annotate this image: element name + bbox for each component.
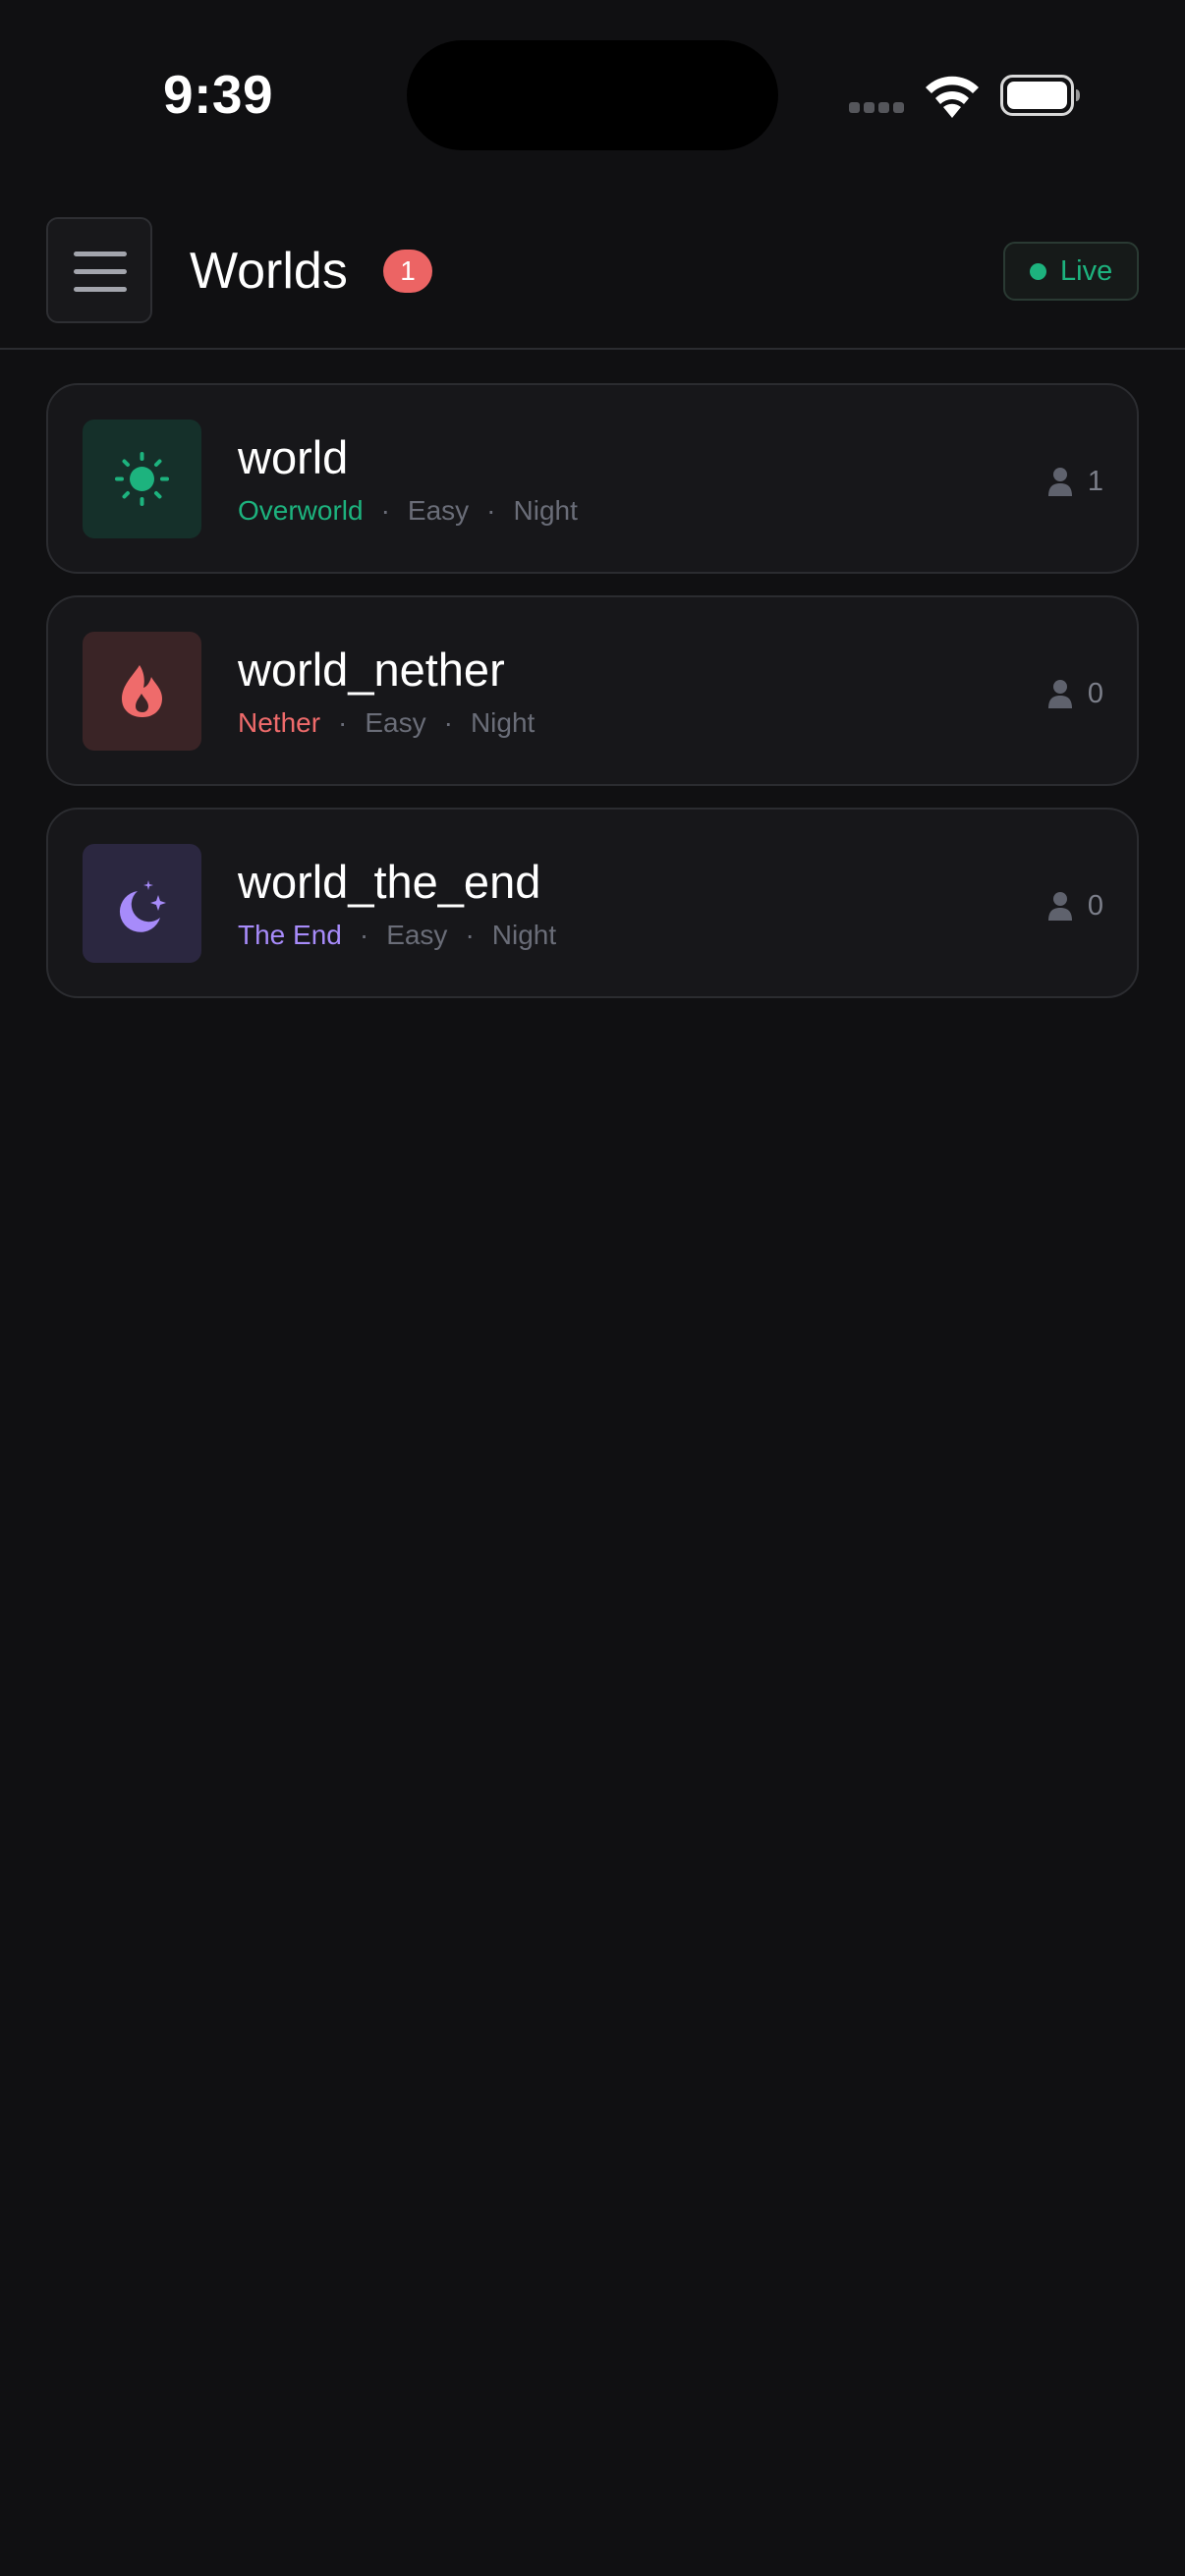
person-icon — [1047, 468, 1072, 496]
hamburger-icon-bottom — [74, 287, 127, 292]
cellular-signal-icon — [849, 102, 908, 114]
world-dimension: Nether — [238, 707, 321, 738]
person-icon — [1047, 892, 1072, 921]
world-time: Night — [513, 495, 578, 526]
status-bar: 9:39 — [0, 0, 1185, 187]
separator-dot: · — [338, 707, 348, 738]
player-count-value: 1 — [1087, 465, 1103, 497]
separator-dot: · — [465, 920, 475, 950]
world-meta: The End · Easy · Night — [238, 920, 556, 951]
page-title: Worlds — [190, 243, 348, 300]
hamburger-icon — [74, 252, 127, 256]
world-name: world_nether — [238, 644, 505, 696]
world-card-the-end[interactable]: world_the_end The End · Easy · Night 0 — [46, 808, 1139, 998]
person-icon — [1047, 680, 1072, 708]
world-card-nether[interactable]: world_nether Nether · Easy · Night 0 — [46, 595, 1139, 786]
live-label: Live — [1060, 255, 1113, 287]
world-icon-tile — [83, 844, 201, 963]
separator-dot: · — [443, 707, 453, 738]
dynamic-island — [407, 40, 778, 150]
separator-dot: · — [380, 495, 390, 526]
world-icon-tile — [83, 420, 201, 538]
player-count: 1 — [1046, 462, 1103, 501]
player-count: 0 — [1046, 674, 1103, 713]
separator-dot: · — [486, 495, 496, 526]
battery-icon — [1000, 75, 1080, 116]
player-count: 0 — [1046, 886, 1103, 925]
world-list: world Overworld · Easy · Night 1 world_nethe… — [46, 383, 1139, 1020]
world-meta: Overworld · Easy · Night — [238, 495, 578, 527]
hamburger-icon-middle — [74, 269, 127, 274]
world-time: Night — [491, 920, 557, 950]
flame-icon — [122, 665, 162, 717]
live-indicator-dot — [1030, 263, 1046, 280]
world-meta: Nether · Easy · Night — [238, 707, 535, 739]
moon-stars-icon — [119, 880, 166, 932]
player-count-value: 0 — [1087, 889, 1103, 922]
world-dimension: The End — [238, 920, 342, 950]
world-dimension: Overworld — [238, 495, 364, 526]
world-name: world — [238, 431, 349, 483]
app-header: Worlds 1 Live — [0, 187, 1185, 350]
player-count-value: 0 — [1087, 677, 1103, 709]
separator-dot: · — [359, 920, 369, 950]
world-difficulty: Easy — [407, 495, 470, 526]
wifi-icon — [926, 76, 979, 118]
world-name: world_the_end — [238, 856, 541, 908]
status-time: 9:39 — [163, 64, 274, 125]
world-time: Night — [470, 707, 536, 738]
menu-button[interactable] — [46, 217, 152, 323]
live-status-badge: Live — [1003, 242, 1139, 301]
notification-badge: 1 — [383, 250, 432, 293]
world-card-overworld[interactable]: world Overworld · Easy · Night 1 — [46, 383, 1139, 574]
world-difficulty: Easy — [386, 920, 448, 950]
world-icon-tile — [83, 632, 201, 751]
sun-icon — [115, 452, 169, 506]
world-difficulty: Easy — [365, 707, 426, 738]
